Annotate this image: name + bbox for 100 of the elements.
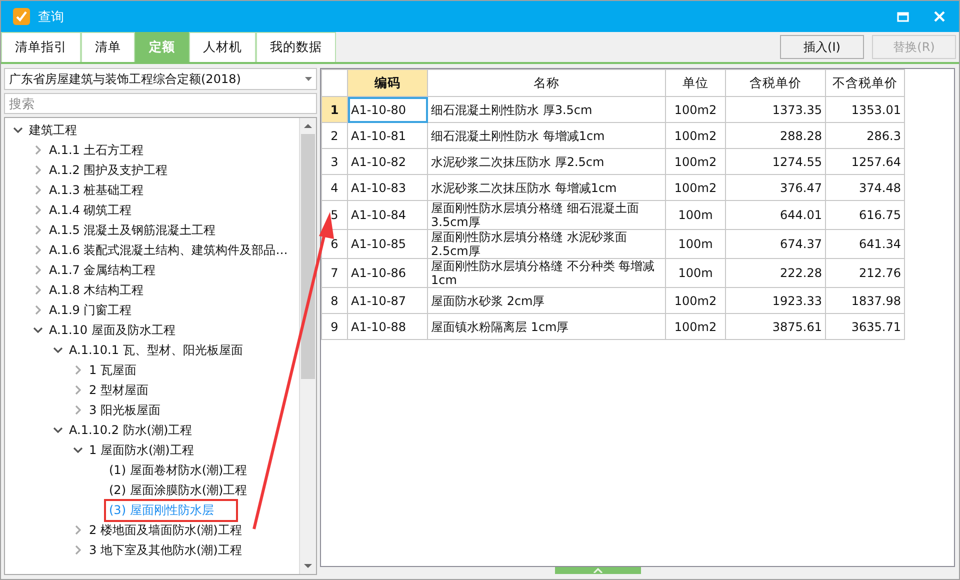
- table-cell: 100m: [666, 258, 726, 288]
- tree-item[interactable]: 1 屋面防水(潮)工程: [84, 438, 199, 462]
- collapse-chevron-icon[interactable]: [53, 345, 63, 355]
- row-number[interactable]: 3: [322, 148, 348, 174]
- table-cell: 288.28: [726, 122, 826, 148]
- table-cell: 水泥砂浆二次抹压防水 厚2.5cm: [428, 148, 666, 174]
- table-cell: 641.34: [826, 230, 904, 258]
- table-cell: 屋面防水砂浆 2cm厚: [428, 288, 666, 314]
- row-number[interactable]: 7: [322, 258, 348, 288]
- tree-item[interactable]: 2 型材屋面: [84, 378, 154, 402]
- collapse-chevron-icon[interactable]: [33, 325, 43, 335]
- tree-item[interactable]: A.1.10.2 防水(潮)工程: [64, 418, 198, 442]
- expand-chevron-icon[interactable]: [73, 525, 83, 535]
- tree-item[interactable]: (2) 屋面涂膜防水(潮)工程: [104, 478, 252, 502]
- tree-item[interactable]: A.1.8 木结构工程: [44, 278, 149, 302]
- table-cell: 100m2: [666, 122, 726, 148]
- table-cell: 屋面刚性防水层填分格缝 水泥砂浆面 2.5cm厚: [428, 230, 666, 258]
- row-number[interactable]: 1: [322, 96, 348, 122]
- collapse-chevron-icon[interactable]: [73, 445, 83, 455]
- expand-chevron-icon[interactable]: [33, 165, 43, 175]
- row-number[interactable]: 8: [322, 288, 348, 314]
- table-cell: A1-10-81: [348, 122, 428, 148]
- tree-item[interactable]: A.1.7 金属结构工程: [44, 258, 161, 282]
- table-cell: 644.01: [726, 200, 826, 230]
- table-cell: 100m2: [666, 96, 726, 122]
- window-title: 查询: [38, 8, 65, 26]
- column-header[interactable]: 含税单价: [726, 70, 826, 96]
- tab[interactable]: 人材机: [189, 32, 256, 62]
- table-cell: 3875.61: [726, 314, 826, 340]
- expand-chevron-icon[interactable]: [33, 305, 43, 315]
- table-cell: 286.3: [826, 122, 904, 148]
- collapse-chevron-icon[interactable]: [13, 125, 23, 135]
- expand-chevron-icon[interactable]: [73, 405, 83, 415]
- column-header[interactable]: 名称: [428, 70, 666, 96]
- expand-chevron-icon[interactable]: [33, 145, 43, 155]
- column-header[interactable]: 单位: [666, 70, 726, 96]
- expand-chevron-icon[interactable]: [33, 265, 43, 275]
- scrollbar[interactable]: [299, 118, 316, 574]
- panel-toggle-handle[interactable]: [554, 567, 640, 574]
- table-cell: 屋面刚性防水层填分格缝 细石混凝土面3.5cm厚: [428, 200, 666, 230]
- expand-chevron-icon[interactable]: [33, 205, 43, 215]
- table-cell: 屋面刚性防水层填分格缝 不分种类 每增减1cm: [428, 258, 666, 288]
- table-cell: 100m2: [666, 174, 726, 200]
- tree-item[interactable]: A.1.2 围护及支护工程: [44, 158, 173, 182]
- expand-chevron-icon[interactable]: [73, 385, 83, 395]
- tree-item[interactable]: A.1.5 混凝土及钢筋混凝土工程: [44, 218, 221, 242]
- tree-item[interactable]: 2 楼地面及墙面防水(潮)工程: [84, 518, 247, 542]
- table-cell: A1-10-88: [348, 314, 428, 340]
- tree-item[interactable]: A.1.10.1 瓦、型材、阳光板屋面: [64, 338, 248, 362]
- insert-button[interactable]: 插入(I): [780, 35, 864, 59]
- table-cell: 616.75: [826, 200, 904, 230]
- tree-item[interactable]: A.1.1 土石方工程: [44, 138, 149, 162]
- row-number[interactable]: 9: [322, 314, 348, 340]
- app-logo-icon: [13, 8, 30, 25]
- tree-item[interactable]: A.1.6 装配式混凝土结构、建筑构件及部品…: [44, 238, 293, 262]
- row-number[interactable]: 2: [322, 122, 348, 148]
- table-cell: A1-10-86: [348, 258, 428, 288]
- column-header[interactable]: 编码: [348, 70, 428, 96]
- tab[interactable]: 我的数据: [256, 32, 336, 62]
- column-header[interactable]: 不含税单价: [826, 70, 904, 96]
- table-cell: 222.28: [726, 258, 826, 288]
- expand-chevron-icon[interactable]: [33, 245, 43, 255]
- table-cell: 674.37: [726, 230, 826, 258]
- tree-item[interactable]: A.1.10 屋面及防水工程: [44, 318, 180, 342]
- tree-item[interactable]: 1 瓦屋面: [84, 358, 142, 382]
- library-dropdown[interactable]: 广东省房屋建筑与装饰工程综合定额(2018): [4, 68, 317, 90]
- caret-icon: [305, 77, 312, 81]
- tab[interactable]: 清单指引: [1, 32, 81, 62]
- table-cell: 212.76: [826, 258, 904, 288]
- table-cell: 100m2: [666, 148, 726, 174]
- collapse-chevron-icon[interactable]: [53, 425, 63, 435]
- tree-item[interactable]: 3 地下室及其他防水(潮)工程: [84, 538, 247, 562]
- table-cell: 1373.35: [726, 96, 826, 122]
- table-cell: A1-10-85: [348, 230, 428, 258]
- row-number[interactable]: 4: [322, 174, 348, 200]
- table-cell: 水泥砂浆二次抹压防水 每增减1cm: [428, 174, 666, 200]
- table-cell: 1923.33: [726, 288, 826, 314]
- tree-item[interactable]: (1) 屋面卷材防水(潮)工程: [104, 458, 252, 482]
- table-cell: 1837.98: [826, 288, 904, 314]
- expand-chevron-icon[interactable]: [33, 225, 43, 235]
- table-cell: A1-10-87: [348, 288, 428, 314]
- tree-item[interactable]: A.1.9 门窗工程: [44, 298, 137, 322]
- expand-chevron-icon[interactable]: [33, 285, 43, 295]
- search-field[interactable]: 搜索: [4, 93, 317, 114]
- table-cell: A1-10-83: [348, 174, 428, 200]
- tree-item[interactable]: A.1.3 桩基础工程: [44, 178, 149, 202]
- tree-item[interactable]: 建筑工程: [24, 118, 82, 142]
- expand-chevron-icon[interactable]: [33, 185, 43, 195]
- table-cell: 1257.64: [826, 148, 904, 174]
- tree-item[interactable]: A.1.4 砌筑工程: [44, 198, 137, 222]
- table-cell: A1-10-82: [348, 148, 428, 174]
- table-cell: 细石混凝土刚性防水 每增减1cm: [428, 122, 666, 148]
- table-cell: 3635.71: [826, 314, 904, 340]
- table-cell: 376.47: [726, 174, 826, 200]
- table-cell: A1-10-80: [348, 96, 428, 122]
- tree-item[interactable]: 3 阳光板屋面: [84, 398, 166, 422]
- tab[interactable]: 清单: [81, 32, 135, 62]
- corner-cell: [322, 70, 348, 96]
- expand-chevron-icon[interactable]: [73, 365, 83, 375]
- expand-chevron-icon[interactable]: [73, 545, 83, 555]
